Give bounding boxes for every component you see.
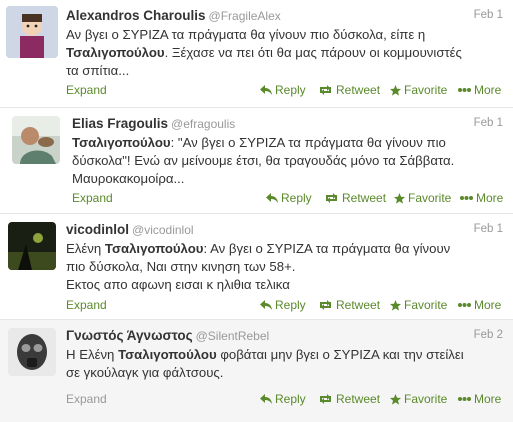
avatar[interactable] [12, 116, 60, 164]
tweet-line: Ελένη Τσαλιγοπούλου: Αν βγει ο ΣΥΡΙΖΑ τα… [66, 241, 451, 256]
author-handle[interactable]: @vicodinlol [132, 223, 194, 237]
tweet-line: Εκτος απο αφωνη εισαι κ ηλιθια τελικα [66, 277, 290, 292]
tweet[interactable]: Alexandros Charoulis @FragileAlex Feb 1 Α… [0, 0, 513, 108]
tweet-text: Η Ελένη Τσαλιγοπούλου φοβάται μην βγει ο… [66, 346, 506, 382]
reply-icon [260, 300, 272, 310]
tweet-line: Μαυροκακομοίρα... [72, 171, 185, 186]
ellipsis-icon [458, 303, 471, 307]
tweet-line: Αν βγει ο ΣΥΡΙΖΑ τα πράγματα θα γίνουν π… [66, 27, 426, 42]
avatar[interactable] [8, 222, 56, 270]
tweet[interactable]: vicodinlol @vicodinlol Feb 1 Ελένη Τσαλιγ… [0, 214, 513, 320]
tweet-line: πιο δύσκολα, Ναι στην κινηση των 58+. [66, 259, 296, 274]
ellipsis-icon [460, 196, 473, 200]
reply-button[interactable]: Reply [260, 392, 306, 406]
avatar[interactable] [8, 328, 56, 376]
tweet-text: Ελένη Τσαλιγοπούλου: Αν βγει ο ΣΥΡΙΖΑ τα… [66, 240, 506, 294]
tweet-text: Αν βγει ο ΣΥΡΙΖΑ τα πράγματα θα γίνουν π… [66, 26, 506, 80]
star-icon [394, 192, 405, 204]
tweet-line: τα σπίτια... [66, 63, 130, 78]
expand-link[interactable]: Expand [66, 298, 107, 312]
author-handle[interactable]: @efragoulis [171, 117, 235, 131]
tweet-line: Τσαλιγοπούλου: "Αν βγει ο ΣΥΡΙΖΑ τα πράγ… [72, 135, 446, 150]
mention-highlight: Τσαλιγοπούλου [66, 45, 165, 60]
retweet-button[interactable]: Retweet [318, 298, 380, 312]
retweet-icon [326, 193, 337, 203]
favorite-button[interactable]: Favorite [390, 392, 447, 406]
author-name[interactable]: Alexandros Charoulis [66, 8, 206, 23]
reply-button[interactable]: Reply [260, 83, 306, 97]
star-icon [390, 299, 401, 311]
ellipsis-icon [458, 88, 471, 92]
tweet-date[interactable]: Feb 1 [474, 9, 503, 21]
author-handle[interactable]: @SilentRebel [196, 329, 270, 343]
reply-icon [266, 193, 278, 203]
reply-button[interactable]: Reply [260, 298, 306, 312]
star-icon [390, 84, 401, 96]
avatar[interactable] [6, 6, 58, 58]
retweet-icon [320, 85, 331, 95]
retweet-button[interactable]: Retweet [318, 392, 380, 406]
reply-icon [260, 394, 272, 404]
tweet-date[interactable]: Feb 1 [474, 117, 503, 129]
author-name[interactable]: Elias Fragoulis [72, 116, 168, 131]
mention-highlight: Τσαλιγοπούλου [72, 135, 171, 150]
favorite-button[interactable]: Favorite [390, 83, 447, 97]
retweet-button[interactable]: Retweet [324, 191, 386, 205]
star-icon [390, 393, 401, 405]
author-handle[interactable]: @FragileAlex [209, 9, 281, 23]
tweet-line: Η Ελένη Τσαλιγοπούλου φοβάται μην βγει ο… [66, 347, 464, 362]
expand-link[interactable]: Expand [66, 83, 107, 97]
more-button[interactable]: More [458, 298, 501, 312]
mention-highlight: Τσαλιγοπούλου [104, 241, 204, 256]
reply-icon [260, 85, 272, 95]
retweet-icon [320, 394, 331, 404]
tweet-line: Τσαλιγοπούλου. Ξέχασε να πει ότι θα μας … [66, 45, 462, 60]
tweet[interactable]: Γνωστός Άγνωστος @SilentRebel Feb 2 Η Ελέ… [0, 320, 513, 422]
tweet-date[interactable]: Feb 1 [474, 223, 503, 235]
more-button[interactable]: More [460, 191, 503, 205]
tweet-line: δύσκολα"! Ενώ αν μείνουμε έτσι, θα τραγο… [72, 153, 455, 168]
tweet-line: σε γκούλαγκ για φάλτσους. [66, 365, 224, 380]
more-button[interactable]: More [458, 392, 501, 406]
retweet-button[interactable]: Retweet [318, 83, 380, 97]
tweet[interactable]: Elias Fragoulis @efragoulis Feb 1 Τσαλιγο… [0, 108, 513, 214]
ellipsis-icon [458, 397, 471, 401]
author-name[interactable]: vicodinlol [66, 222, 129, 237]
tweet-date[interactable]: Feb 2 [474, 329, 503, 341]
mention-highlight: Τσαλιγοπούλου [118, 347, 217, 362]
reply-button[interactable]: Reply [266, 191, 312, 205]
more-button[interactable]: More [458, 83, 501, 97]
tweet-text: Τσαλιγοπούλου: "Αν βγει ο ΣΥΡΙΖΑ τα πράγ… [72, 134, 512, 188]
expand-link[interactable]: Expand [66, 392, 107, 406]
author-name[interactable]: Γνωστός Άγνωστος [66, 328, 193, 343]
retweet-icon [320, 300, 331, 310]
favorite-button[interactable]: Favorite [394, 191, 451, 205]
favorite-button[interactable]: Favorite [390, 298, 447, 312]
expand-link[interactable]: Expand [72, 191, 113, 205]
